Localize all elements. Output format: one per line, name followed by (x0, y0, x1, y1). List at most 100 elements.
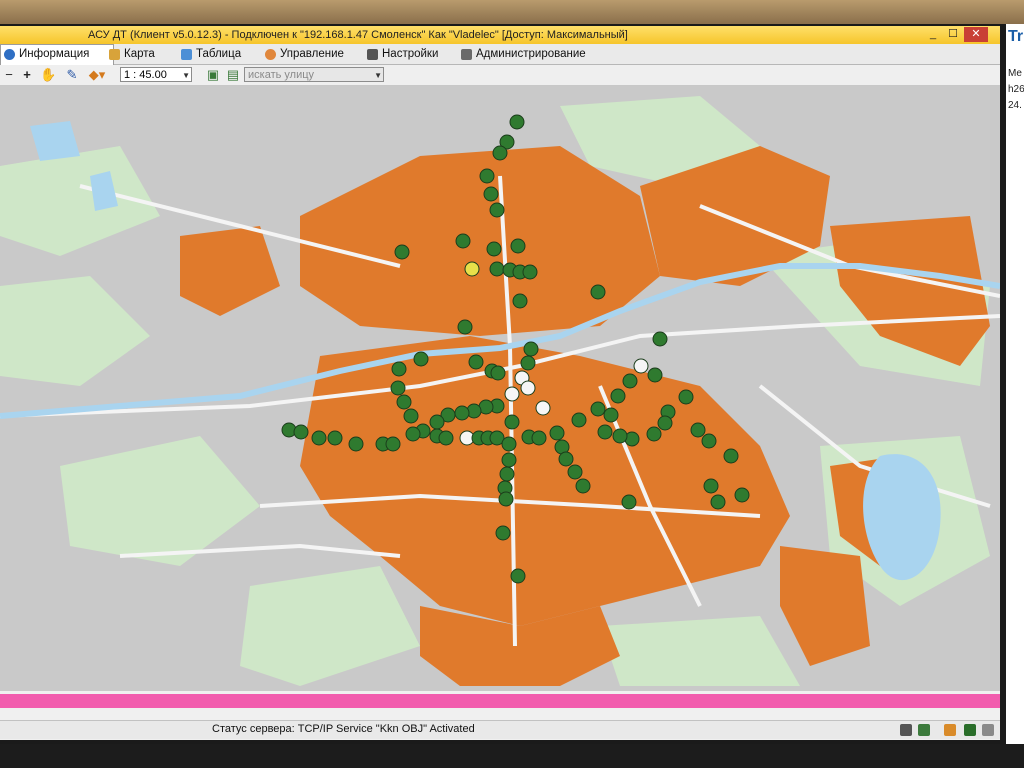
traffic-light-marker-offline[interactable] (535, 400, 551, 416)
traffic-light-marker-normal[interactable] (646, 426, 662, 442)
traffic-light-marker-normal[interactable] (512, 293, 528, 309)
traffic-light-marker-normal[interactable] (483, 186, 499, 202)
traffic-light-marker-normal[interactable] (479, 168, 495, 184)
traffic-light-marker-normal[interactable] (489, 202, 505, 218)
traffic-light-marker-normal[interactable] (701, 433, 717, 449)
traffic-light-marker-normal[interactable] (391, 361, 407, 377)
select-tool-icon[interactable]: ✎ (64, 67, 80, 83)
traffic-light-marker-normal[interactable] (558, 451, 574, 467)
traffic-light-marker-normal[interactable] (590, 284, 606, 300)
traffic-light-marker-normal[interactable] (522, 264, 538, 280)
traffic-light-marker-normal[interactable] (531, 430, 547, 446)
traffic-light-marker-normal[interactable] (413, 351, 429, 367)
traffic-light-marker-normal[interactable] (509, 114, 525, 130)
map-icon (109, 49, 120, 60)
traffic-light-marker-normal[interactable] (575, 478, 591, 494)
info-icon (4, 49, 15, 60)
traffic-light-marker-normal[interactable] (703, 478, 719, 494)
tab-information[interactable]: Информация (0, 44, 114, 65)
traffic-light-marker-normal[interactable] (610, 388, 626, 404)
traffic-light-marker-normal[interactable] (571, 412, 587, 428)
traffic-light-marker-normal[interactable] (438, 430, 454, 446)
zoom-out-button[interactable]: − (2, 67, 16, 83)
traffic-light-marker-normal[interactable] (498, 491, 514, 507)
traffic-light-marker-normal[interactable] (499, 466, 515, 482)
tab-control-label: Управление (280, 48, 344, 60)
traffic-light-marker-normal[interactable] (647, 367, 663, 383)
zoom-in-button[interactable]: + (20, 67, 34, 83)
tab-table[interactable]: Таблица (178, 45, 241, 63)
traffic-light-marker-normal[interactable] (390, 380, 406, 396)
traffic-light-marker-normal[interactable] (597, 424, 613, 440)
minimize-button[interactable]: _ (924, 27, 942, 42)
traffic-light-marker-normal[interactable] (429, 414, 445, 430)
traffic-light-marker-offline[interactable] (504, 386, 520, 402)
traffic-light-marker-normal[interactable] (495, 525, 511, 541)
traffic-light-marker-normal[interactable] (690, 422, 706, 438)
traffic-light-marker-normal[interactable] (486, 241, 502, 257)
tab-administration[interactable]: Администрирование (458, 45, 586, 63)
resize-grip-icon[interactable] (982, 724, 994, 736)
pan-hand-icon[interactable]: ✋ (40, 67, 56, 83)
traffic-light-marker-normal[interactable] (612, 428, 628, 444)
layers-dropdown-icon[interactable]: ◆▾ (86, 67, 108, 83)
traffic-light-marker-normal[interactable] (454, 405, 470, 421)
traffic-light-marker-normal[interactable] (403, 408, 419, 424)
traffic-light-marker-normal[interactable] (734, 487, 750, 503)
tab-control[interactable]: Управление (262, 45, 344, 63)
traffic-light-marker-normal[interactable] (327, 430, 343, 446)
traffic-light-marker-normal[interactable] (457, 319, 473, 335)
traffic-light-marker-normal[interactable] (523, 341, 539, 357)
traffic-light-marker-normal[interactable] (510, 238, 526, 254)
traffic-light-marker-normal[interactable] (510, 568, 526, 584)
tab-settings[interactable]: Настройки (364, 45, 438, 63)
table-icon (181, 49, 192, 60)
object-filter-icon[interactable]: ▣ (206, 67, 220, 83)
traffic-light-marker-normal[interactable] (590, 401, 606, 417)
network-icon[interactable] (900, 724, 912, 736)
traffic-light-marker-normal[interactable] (652, 331, 668, 347)
traffic-light-marker-normal[interactable] (657, 415, 673, 431)
traffic-light-marker-normal[interactable] (678, 389, 694, 405)
traffic-light-marker-normal[interactable] (293, 424, 309, 440)
traffic-light-marker-normal[interactable] (311, 430, 327, 446)
traffic-light-marker-normal[interactable] (501, 436, 517, 452)
second-window: Tr Me h26 24. (1006, 24, 1024, 744)
traffic-light-marker-offline[interactable] (633, 358, 649, 374)
scale-select[interactable]: 1 : 45.00 ▼ (120, 67, 192, 82)
traffic-light-marker-normal[interactable] (603, 407, 619, 423)
traffic-light-marker-normal[interactable] (396, 394, 412, 410)
traffic-light-marker-offline[interactable] (520, 380, 536, 396)
traffic-light-marker-normal[interactable] (394, 244, 410, 260)
traffic-light-marker-normal[interactable] (723, 448, 739, 464)
traffic-light-marker-warning[interactable] (464, 261, 480, 277)
traffic-light-marker-normal[interactable] (622, 373, 638, 389)
title-bar: АСУ ДТ (Клиент v5.0.12.3) - Подключен к … (0, 26, 1000, 44)
city-map[interactable] (0, 86, 1000, 691)
tree-icon[interactable] (918, 724, 930, 736)
maximize-button[interactable]: ☐ (944, 27, 962, 42)
traffic-light-marker-normal[interactable] (405, 426, 421, 442)
tab-map[interactable]: Карта (106, 45, 155, 63)
traffic-light-marker-normal[interactable] (348, 436, 364, 452)
brush-icon[interactable] (944, 724, 956, 736)
object-search-icon[interactable]: ▤ (226, 67, 240, 83)
traffic-light-marker-normal[interactable] (490, 365, 506, 381)
traffic-light-marker-normal[interactable] (492, 145, 508, 161)
traffic-light-marker-normal[interactable] (710, 494, 726, 510)
street-search-select[interactable]: искать улицу ▼ (244, 67, 384, 82)
traffic-light-marker-normal[interactable] (501, 452, 517, 468)
control-icon (265, 49, 276, 60)
map-canvas[interactable] (0, 86, 1000, 691)
traffic-light-marker-normal[interactable] (455, 233, 471, 249)
traffic-light-marker-normal[interactable] (520, 355, 536, 371)
traffic-light-marker-normal[interactable] (489, 261, 505, 277)
traffic-light-marker-normal[interactable] (549, 425, 565, 441)
traffic-light-marker-normal[interactable] (567, 464, 583, 480)
traffic-light-marker-normal[interactable] (621, 494, 637, 510)
traffic-light-marker-normal[interactable] (385, 436, 401, 452)
close-button[interactable]: ✕ (964, 27, 988, 42)
traffic-light-marker-normal[interactable] (468, 354, 484, 370)
tools-icon[interactable] (964, 724, 976, 736)
traffic-light-marker-normal[interactable] (504, 414, 520, 430)
